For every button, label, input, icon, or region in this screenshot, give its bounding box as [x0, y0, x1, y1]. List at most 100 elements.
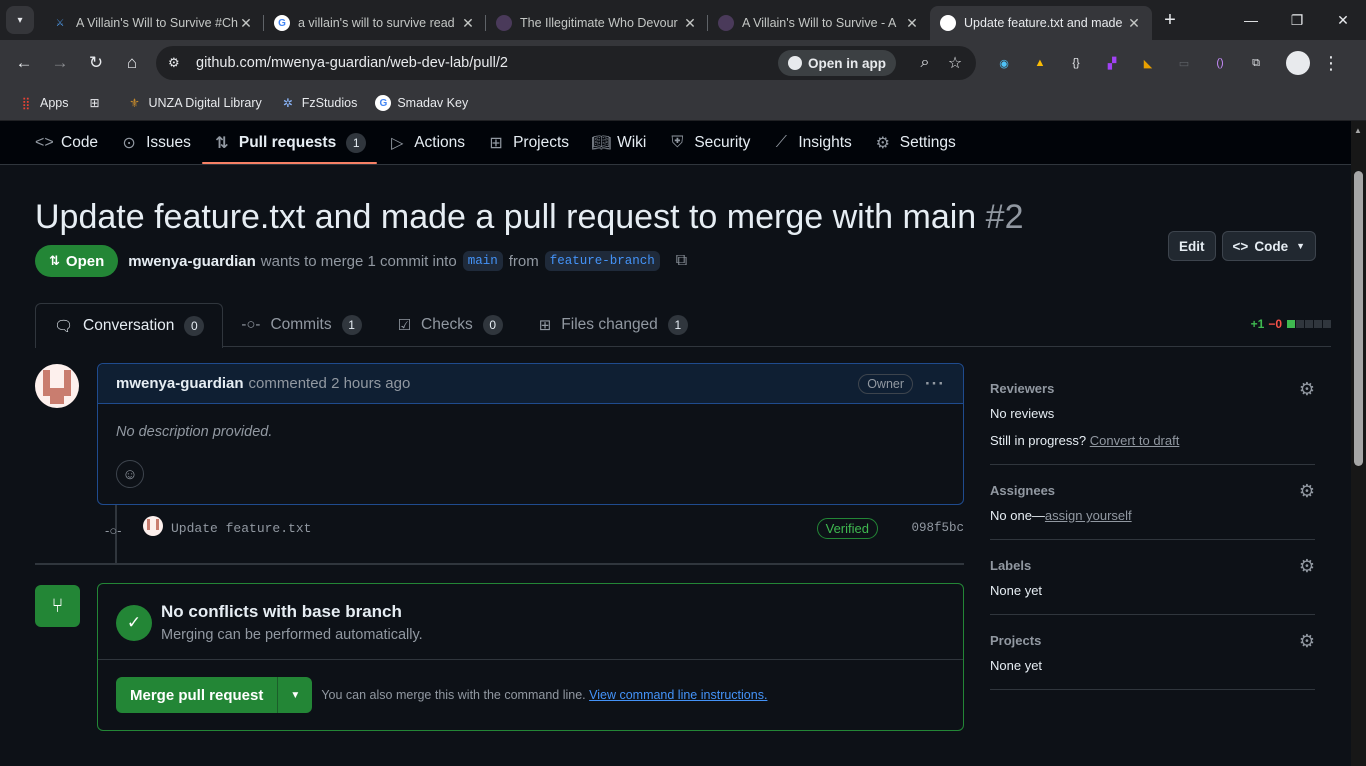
smiley-icon[interactable]: ☺ [116, 460, 144, 488]
extension-icon[interactable]: ▞ [1099, 53, 1125, 73]
minimize-icon[interactable]: — [1228, 0, 1274, 40]
profile-avatar[interactable] [1286, 51, 1310, 75]
url-text[interactable]: github.com/mwenya-guardian/web-dev-lab/p… [196, 55, 778, 71]
browser-menu-icon[interactable]: ⋮ [1322, 53, 1340, 74]
comment-body: No description provided. ☺ [98, 404, 963, 504]
verified-badge[interactable]: Verified [816, 518, 878, 539]
browser-tab[interactable]: The Illegitimate Who Devour ✕ [486, 6, 708, 40]
kebab-menu-icon[interactable]: ··· [925, 374, 945, 394]
assign-yourself-link[interactable]: assign yourself [1045, 508, 1132, 523]
home-icon[interactable]: ⌂ [116, 47, 148, 79]
restore-icon[interactable]: ❐ [1274, 0, 1320, 40]
gear-icon[interactable]: ⚙ [1299, 631, 1315, 652]
address-bar[interactable]: ⚙ github.com/mwenya-guardian/web-dev-lab… [156, 46, 976, 80]
bookmark-smadav[interactable]: G Smadav Key [375, 95, 468, 111]
tab-close-icon[interactable]: ✕ [460, 15, 476, 32]
new-tab-button[interactable]: + [1156, 9, 1184, 32]
tab-label: Files changed [561, 315, 658, 333]
merge-note: You can also merge this with the command… [321, 688, 767, 702]
browser-tab[interactable]: A Villain's Will to Survive - A ✕ [708, 6, 930, 40]
commit-avatar[interactable] [143, 516, 163, 536]
merge-pull-request-button[interactable]: Merge pull request [116, 677, 279, 713]
reload-icon[interactable]: ↻ [80, 47, 112, 79]
nav-actions[interactable]: ▷ Actions [377, 121, 476, 164]
extension-icon[interactable]: () [1207, 53, 1233, 73]
draft-prompt-text: Still in progress? [990, 433, 1087, 448]
scroll-up-icon[interactable]: ▲ [1354, 126, 1362, 135]
tab-close-icon[interactable]: ✕ [682, 15, 698, 32]
tab-commits[interactable]: -○- Commits 1 [223, 303, 379, 346]
browser-tab-active[interactable]: Update feature.txt and made ✕ [930, 6, 1152, 40]
nav-settings[interactable]: ⚙ Settings [863, 121, 967, 164]
open-in-app-button[interactable]: Open in app [777, 50, 896, 76]
comment-icon: 🗨︎ [54, 318, 74, 335]
tab-checks[interactable]: ☑ Checks 0 [380, 303, 521, 346]
head-branch[interactable]: feature-branch [544, 251, 660, 271]
state-badge: ⇅ Open [35, 245, 119, 277]
merge-section: ⑂ ✓ No conflicts with base branch Mergin… [35, 583, 964, 731]
bookmark-grid[interactable]: ⊞ [87, 95, 109, 111]
extension-icon[interactable]: ◉ [991, 53, 1017, 73]
commit-message[interactable]: Update feature.txt [171, 521, 311, 536]
avatar[interactable] [35, 364, 79, 408]
gear-icon[interactable]: ⚙ [1299, 379, 1315, 400]
comment-time[interactable]: 2 hours ago [331, 375, 410, 392]
commit-sha[interactable]: 098f5bc [911, 521, 964, 535]
browser-tab[interactable]: G a villain's will to survive read ✕ [264, 6, 486, 40]
nav-code[interactable]: <> Code [24, 121, 109, 164]
tab-counter: 1 [341, 314, 362, 335]
tab-label: Checks [421, 315, 473, 333]
nav-label: Security [694, 133, 751, 151]
tab-close-icon[interactable]: ✕ [238, 15, 254, 32]
nav-security[interactable]: ⛨ Security [657, 121, 761, 164]
bookmark-apps[interactable]: ⣿ Apps [18, 95, 69, 111]
nav-projects[interactable]: ⊞ Projects [476, 121, 580, 164]
bookmark-unza[interactable]: ⚜ UNZA Digital Library [127, 95, 262, 111]
book-icon: 📖︎ [591, 134, 612, 152]
gear-icon[interactable]: ⚙ [1299, 481, 1315, 502]
nav-insights[interactable]: ⟋ Insights [761, 121, 862, 164]
tab-conversation[interactable]: 🗨︎ Conversation 0 [35, 303, 224, 348]
nav-pull-requests[interactable]: ⇅ Pull requests 1 [201, 121, 378, 164]
meta-text: wants to merge 1 commit into [260, 252, 457, 270]
tab-favicon [496, 15, 512, 31]
drive-icon[interactable]: ▲ [1027, 53, 1053, 73]
diffstat-blocks [1286, 320, 1331, 328]
tab-close-icon[interactable]: ✕ [904, 15, 920, 32]
copy-icon[interactable]: ⧉ [676, 252, 687, 270]
issue-icon: ⊙ [122, 134, 136, 152]
timeline-divider [35, 563, 964, 565]
json-extension-icon[interactable]: {} [1063, 53, 1089, 73]
pr-tabs: 🗨︎ Conversation 0 -○- Commits 1 ☑ Checks 0 ⊞ Fi… [35, 303, 1331, 348]
site-info-icon[interactable]: ⚙ [168, 55, 190, 71]
page-scrollbar[interactable]: ▲ [1351, 121, 1366, 766]
extension-icon[interactable]: ◣ [1135, 53, 1161, 73]
comment-author[interactable]: mwenya-guardian [116, 375, 244, 392]
code-dropdown-button[interactable]: <> Code ▼ [1221, 231, 1316, 261]
tab-files-changed[interactable]: ⊞ Files changed 1 [521, 303, 706, 346]
back-icon[interactable]: ← [8, 47, 40, 79]
puzzle-icon[interactable]: ⧉ [1243, 53, 1269, 73]
nav-issues[interactable]: ⊙ Issues [109, 121, 202, 164]
command-line-instructions-link[interactable]: View command line instructions. [589, 688, 767, 702]
base-branch[interactable]: main [462, 251, 503, 271]
convert-to-draft-link[interactable]: Convert to draft [1090, 433, 1180, 448]
extension-icon[interactable]: ▭ [1171, 53, 1197, 73]
tab-search-button[interactable]: ▾ [6, 6, 34, 34]
tab-close-icon[interactable]: ✕ [1126, 15, 1142, 32]
nav-wiki[interactable]: 📖︎ Wiki [580, 121, 657, 164]
merge-options-chevron-icon[interactable]: ▼ [278, 677, 313, 713]
from-text: from [508, 252, 539, 270]
gear-icon[interactable]: ⚙ [1299, 556, 1315, 577]
forward-icon[interactable]: → [44, 47, 76, 79]
browser-tab[interactable]: ⚔ A Villain's Will to Survive #Ch ✕ [42, 6, 264, 40]
edit-button[interactable]: Edit [1168, 231, 1216, 261]
bookmark-fzstudios[interactable]: ✲ FzStudios [280, 95, 358, 111]
pr-title-text: Update feature.txt and made a pull reque… [35, 198, 977, 236]
checklist-icon: ☑ [397, 316, 412, 334]
scrollbar-thumb[interactable] [1354, 171, 1363, 466]
close-window-icon[interactable]: ✕ [1320, 0, 1366, 40]
bookmark-star-icon[interactable]: ☆ [940, 53, 970, 73]
author-link[interactable]: mwenya-guardian [128, 253, 256, 270]
zoom-icon[interactable]: ⌕ [910, 54, 940, 72]
